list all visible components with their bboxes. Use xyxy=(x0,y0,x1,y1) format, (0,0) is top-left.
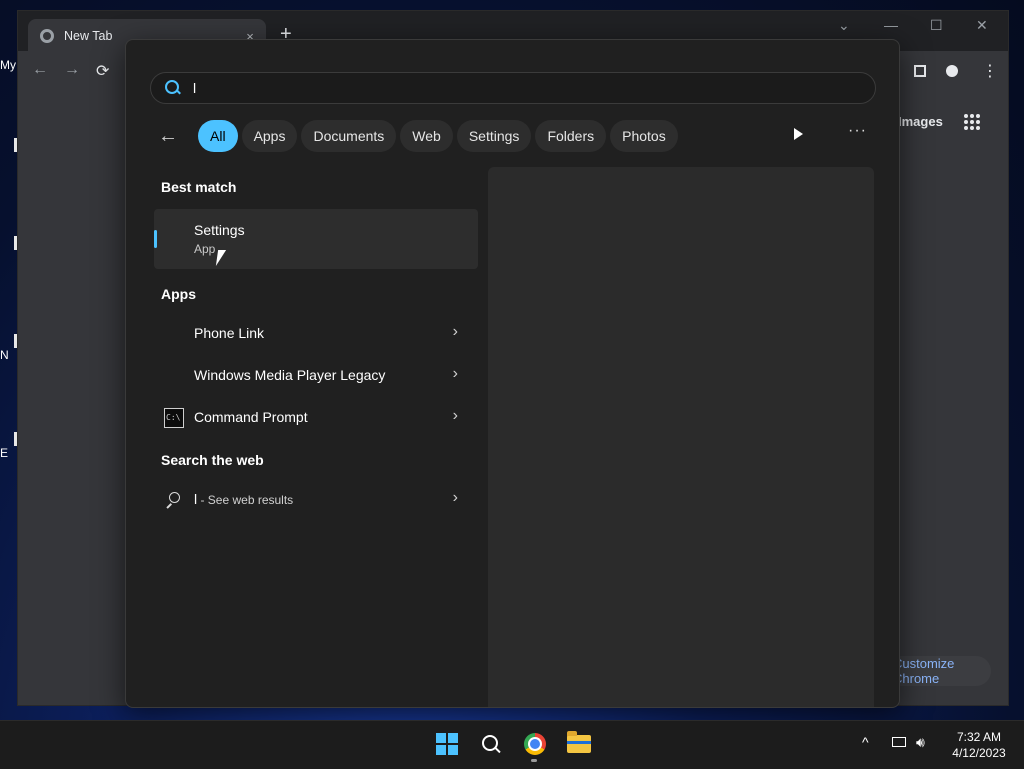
taskbar-chrome-button[interactable] xyxy=(519,728,551,760)
volume-icon[interactable]: 🔊︎ xyxy=(916,734,925,751)
filter-documents[interactable]: Documents xyxy=(301,120,397,152)
start-search-panel: ← All Apps Documents Web Settings Folder… xyxy=(125,39,900,708)
forward-icon[interactable]: → xyxy=(64,61,80,79)
chevron-right-icon[interactable]: › xyxy=(453,489,458,507)
search-icon xyxy=(480,733,502,755)
app-result-label: Phone Link xyxy=(194,325,265,341)
windows-logo-icon xyxy=(436,733,458,755)
chrome-favicon-icon xyxy=(40,29,54,43)
play-icon[interactable] xyxy=(794,128,803,140)
filter-bar: ← All Apps Documents Web Settings Folder… xyxy=(158,120,678,152)
taskbar-file-explorer-button[interactable] xyxy=(563,728,595,760)
images-link[interactable]: Images xyxy=(898,114,943,129)
filter-web[interactable]: Web xyxy=(400,120,453,152)
google-apps-icon[interactable] xyxy=(964,114,980,130)
tab-search-chevron-icon[interactable]: ⌄ xyxy=(838,17,850,34)
selection-indicator xyxy=(154,230,157,248)
web-result[interactable]: l - See web results › xyxy=(154,482,478,518)
minimize-button[interactable]: — xyxy=(884,17,898,33)
web-result-suffix: - See web results xyxy=(197,493,294,507)
taskbar xyxy=(0,720,1024,769)
search-icon xyxy=(165,80,181,96)
app-result-phone-link[interactable]: Phone Link › xyxy=(154,316,478,352)
app-result-label: Command Prompt xyxy=(194,409,308,425)
close-window-button[interactable]: ✕ xyxy=(976,17,988,34)
clock-time: 7:32 AM xyxy=(956,730,1002,744)
filter-photos[interactable]: Photos xyxy=(610,120,678,152)
app-result-media-player[interactable]: Windows Media Player Legacy › xyxy=(154,358,478,394)
back-arrow-icon[interactable]: ← xyxy=(158,125,194,148)
best-match-type: App xyxy=(194,242,216,256)
best-match-name: Settings xyxy=(194,222,245,238)
filter-all[interactable]: All xyxy=(198,120,238,152)
best-match-heading: Best match xyxy=(161,179,237,195)
network-icon[interactable] xyxy=(892,737,906,747)
best-match-item[interactable]: Settings App xyxy=(154,209,478,269)
taskbar-clock[interactable]: 7:32 AM 4/12/2023 xyxy=(944,729,1014,761)
chevron-right-icon[interactable]: › xyxy=(453,407,458,425)
chrome-icon xyxy=(524,733,546,755)
filter-folders[interactable]: Folders xyxy=(535,120,607,152)
side-panel-icon[interactable] xyxy=(914,65,926,77)
folder-icon xyxy=(567,731,591,753)
apps-heading: Apps xyxy=(161,286,196,302)
profile-icon[interactable] xyxy=(946,65,958,77)
search-input[interactable] xyxy=(191,79,875,97)
maximize-button[interactable]: ☐ xyxy=(930,17,943,34)
search-box[interactable] xyxy=(150,72,876,104)
media-player-icon xyxy=(164,366,184,386)
desktop-icon-label: My xyxy=(0,58,16,72)
preview-pane xyxy=(488,167,874,707)
taskbar-search-button[interactable] xyxy=(475,728,507,760)
reload-icon[interactable]: ⟳ xyxy=(96,61,109,81)
clock-date: 4/12/2023 xyxy=(952,746,1006,760)
chevron-right-icon[interactable]: › xyxy=(453,365,458,383)
show-hidden-icons-button[interactable]: ^ xyxy=(862,734,869,750)
chevron-right-icon[interactable]: › xyxy=(453,323,458,341)
running-indicator xyxy=(531,759,537,762)
start-button[interactable] xyxy=(431,728,463,760)
filter-settings[interactable]: Settings xyxy=(456,120,532,152)
menu-kebab-icon[interactable]: ⋮ xyxy=(982,61,998,81)
search-web-heading: Search the web xyxy=(161,452,264,468)
app-result-command-prompt[interactable]: C:\ Command Prompt › xyxy=(154,400,478,436)
command-prompt-icon: C:\ xyxy=(164,408,184,428)
back-icon[interactable]: ← xyxy=(32,61,48,79)
web-search-icon xyxy=(164,490,184,510)
desktop-icon-label: E xyxy=(0,446,9,460)
desktop-icon-label: N xyxy=(0,348,9,362)
filter-apps[interactable]: Apps xyxy=(241,120,298,152)
web-result-label: l - See web results xyxy=(194,491,293,507)
more-options-button[interactable]: ··· xyxy=(848,122,867,140)
phone-link-icon xyxy=(164,324,184,344)
app-result-label: Windows Media Player Legacy xyxy=(194,367,386,383)
